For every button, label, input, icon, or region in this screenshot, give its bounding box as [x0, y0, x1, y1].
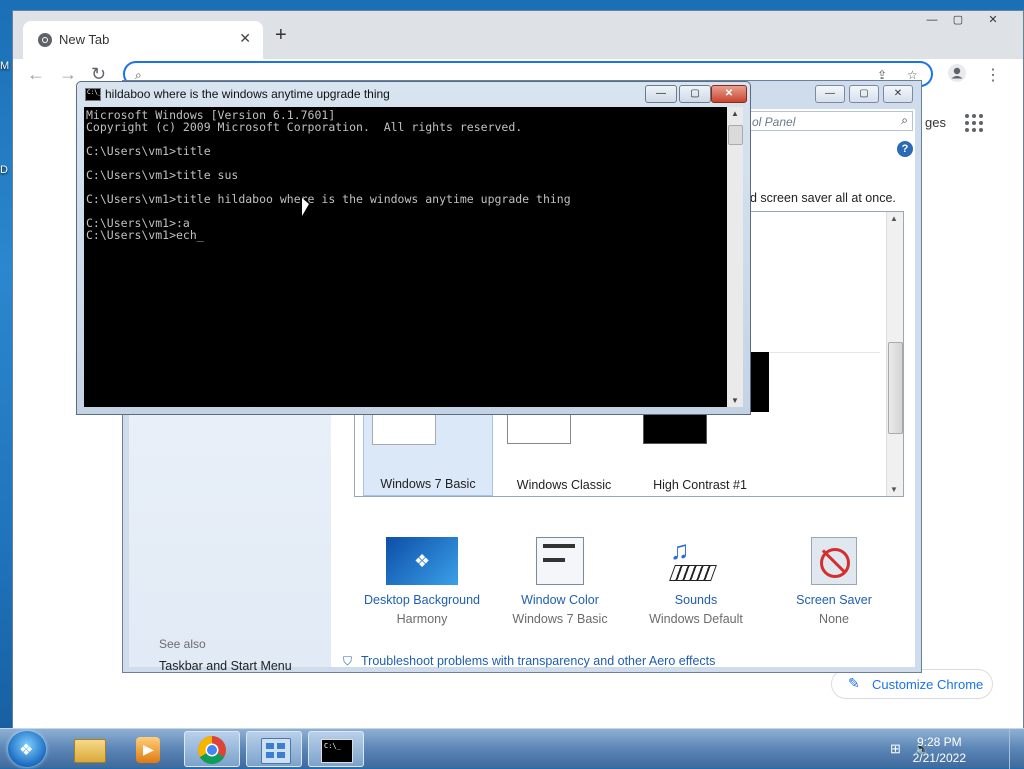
cmd-app-icon: C:\_	[85, 88, 101, 101]
taskbar: ❖ ▶ C:\_ ⊞ 🔈 9:28 PM 2/21/2022	[0, 728, 1024, 769]
perso-maximize-button[interactable]: ▢	[849, 85, 879, 103]
sounds-icon: ♫	[660, 535, 732, 585]
apps-grid-icon[interactable]	[965, 114, 985, 134]
search-placeholder: ol Panel	[752, 115, 796, 129]
sounds-link[interactable]: Sounds	[631, 593, 761, 607]
clock-date: 2/21/2022	[912, 751, 966, 765]
mouse-pointer-icon	[302, 198, 309, 216]
scroll-up-icon[interactable]: ▲	[890, 214, 898, 223]
sounds-item[interactable]: ♫ Sounds Windows Default	[631, 535, 761, 626]
troubleshoot-link[interactable]: ⛉ Troubleshoot problems with transparenc…	[343, 654, 716, 668]
chrome-icon	[38, 33, 52, 47]
screen-saver-item[interactable]: Screen Saver None	[769, 537, 899, 626]
scroll-down-icon[interactable]: ▼	[731, 396, 739, 405]
cmd-window[interactable]: C:\_ hildaboo where is the windows anyti…	[76, 81, 751, 415]
taskbar-start-menu-link[interactable]: Taskbar and Start Menu	[159, 659, 292, 673]
show-desktop-button[interactable]	[1009, 729, 1024, 769]
desktop-label-2: D	[0, 164, 8, 176]
scroll-thumb[interactable]	[728, 125, 743, 145]
search-icon[interactable]: ⌕	[901, 113, 908, 128]
desktop-background-link[interactable]: Desktop Background	[357, 593, 487, 607]
tab-title: New Tab	[59, 32, 110, 47]
scroll-thumb[interactable]	[888, 342, 903, 434]
troubleshoot-label: Troubleshoot problems with transparency …	[361, 654, 716, 668]
theme-label: Windows 7 Basic	[380, 477, 476, 491]
shield-icon: ⛉	[343, 654, 353, 668]
chrome-icon	[198, 736, 226, 764]
window-color-link[interactable]: Window Color	[495, 593, 625, 607]
control-panel-search-input[interactable]: ol Panel ⌕	[747, 111, 913, 131]
scroll-up-icon[interactable]: ▲	[731, 109, 739, 118]
taskbar-cmd[interactable]: C:\_	[308, 731, 364, 767]
theme-label: Windows Classic	[516, 478, 612, 492]
cmd-minimize-button[interactable]: —	[645, 85, 677, 103]
windows-logo-icon: ❖	[19, 742, 34, 759]
theme-list-scrollbar[interactable]: ▲ ▼	[886, 212, 903, 496]
tab-new-tab[interactable]: New Tab ✕	[23, 21, 263, 59]
sounds-value: Windows Default	[649, 612, 743, 626]
menu-kebab-icon[interactable]: ⋮	[985, 65, 1001, 85]
tab-close-icon[interactable]: ✕	[239, 30, 251, 47]
screen-saver-value: None	[819, 612, 849, 626]
profile-icon[interactable]	[947, 63, 967, 83]
clock-time: 9:28 PM	[916, 735, 962, 749]
chrome-maximize-button[interactable]: ▢	[943, 11, 973, 31]
start-button[interactable]: ❖	[8, 731, 46, 767]
network-icon[interactable]: ⊞	[890, 741, 901, 757]
scroll-down-icon[interactable]: ▼	[890, 485, 898, 494]
screen-saver-icon	[811, 537, 857, 585]
taskbar-explorer[interactable]	[62, 731, 118, 767]
console-output[interactable]: Microsoft Windows [Version 6.1.7601] Cop…	[84, 107, 727, 407]
folder-icon	[74, 739, 106, 763]
help-icon[interactable]: ?	[897, 141, 913, 157]
media-player-icon: ▶	[136, 737, 160, 763]
theme-label: High Contrast #1	[653, 478, 747, 492]
window-color-icon	[536, 537, 584, 585]
chrome-close-button[interactable]: ✕	[973, 11, 1013, 31]
cmd-maximize-button[interactable]: ▢	[679, 85, 711, 103]
window-color-value: Windows 7 Basic	[512, 612, 608, 626]
perso-minimize-button[interactable]: —	[815, 85, 845, 103]
see-also-heading: See also	[159, 637, 206, 651]
taskbar-chrome[interactable]	[184, 731, 240, 767]
window-color-item[interactable]: Window Color Windows 7 Basic	[495, 537, 625, 626]
system-clock[interactable]: 9:28 PM 2/21/2022	[913, 734, 966, 766]
desktop-background-item[interactable]: ❖ Desktop Background Harmony	[357, 537, 487, 626]
perso-close-button[interactable]: ✕	[883, 85, 913, 103]
personalization-description: nd screen saver all at once.	[743, 191, 896, 205]
partial-link-text[interactable]: ges	[925, 115, 946, 130]
cmd-window-title: hildaboo where is the windows anytime up…	[105, 87, 390, 101]
chrome-tab-strip: New Tab ✕ + — ▢ ✕	[13, 11, 1023, 59]
pencil-icon: ✎	[848, 675, 860, 691]
taskbar-media-player[interactable]: ▶	[122, 731, 178, 767]
console-text: Microsoft Windows [Version 6.1.7601] Cop…	[86, 108, 571, 242]
customize-chrome-button[interactable]: ✎ Customize Chrome	[831, 669, 993, 699]
control-panel-icon	[261, 738, 291, 764]
cmd-icon: C:\_	[321, 739, 353, 763]
taskbar-control-panel[interactable]	[246, 731, 302, 767]
desktop-background-value: Harmony	[396, 612, 448, 626]
back-icon[interactable]: ←	[27, 64, 45, 85]
new-tab-button[interactable]: +	[275, 25, 287, 45]
screen-saver-link[interactable]: Screen Saver	[769, 593, 899, 607]
customize-chrome-label: Customize Chrome	[872, 677, 984, 692]
desktop-background-icon: ❖	[386, 537, 458, 585]
console-scrollbar[interactable]: ▲ ▼	[727, 107, 743, 407]
desktop-label-1: M	[0, 60, 10, 72]
cmd-close-button[interactable]: ✕	[711, 85, 747, 103]
forward-icon[interactable]: →	[59, 64, 77, 85]
